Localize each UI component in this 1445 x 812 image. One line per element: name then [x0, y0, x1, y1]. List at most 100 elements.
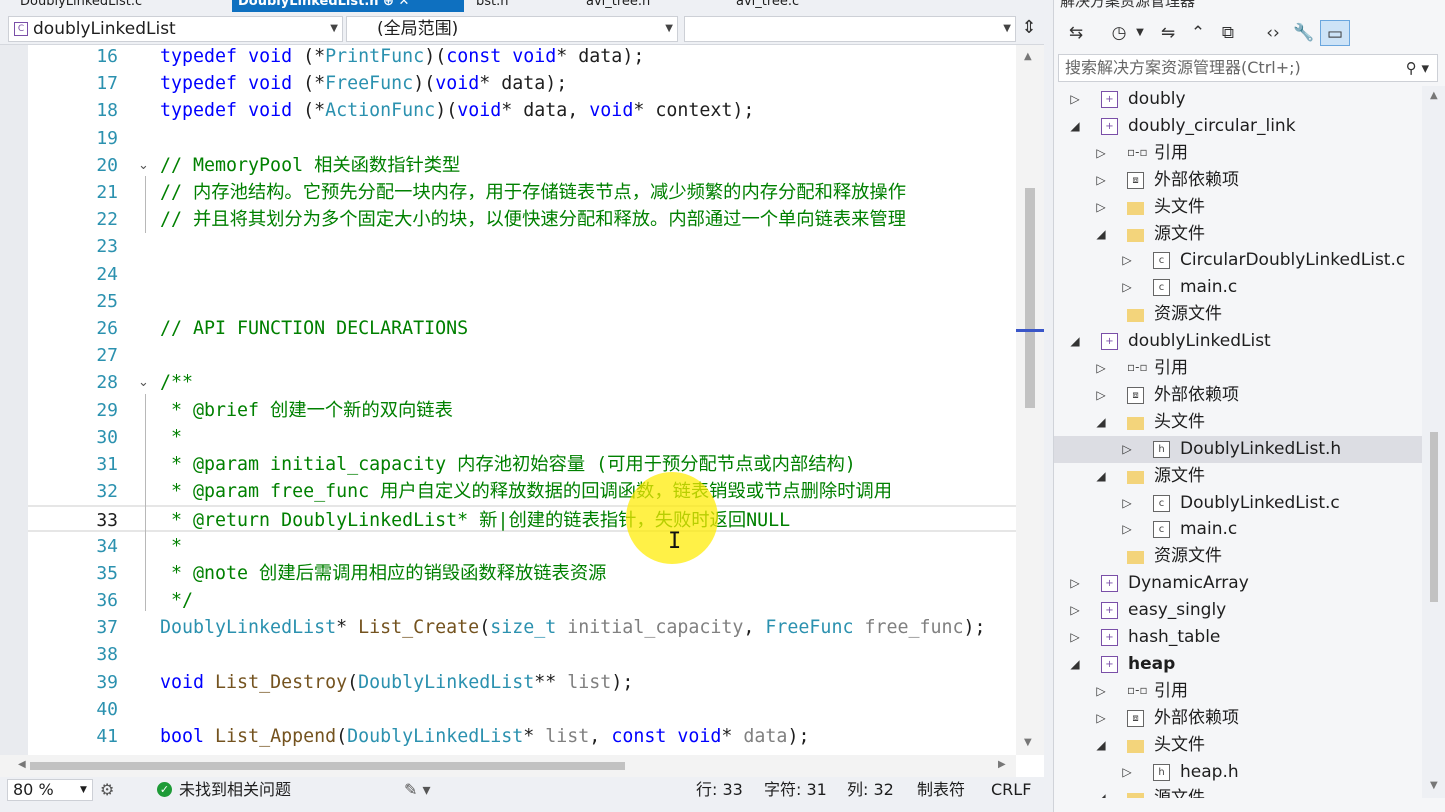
collapse-icon[interactable]: ◢: [1094, 785, 1108, 798]
member-dropdown[interactable]: ▼: [684, 16, 1016, 42]
tree-node[interactable]: ◢ 源文件: [1054, 785, 1422, 798]
code-line[interactable]: 24: [28, 261, 1016, 288]
code-line[interactable]: 22 // 并且将其划分为多个固定大小的块，以便快速分配和释放。内部通过一个单向链…: [28, 206, 1016, 233]
collapse-icon[interactable]: ◢: [1068, 113, 1082, 140]
brush-icon[interactable]: ✎ ▾: [404, 777, 431, 803]
code-line[interactable]: 21 // 内存池结构。它预先分配一块内存，用于存储链表节点，减少频繁的内存分配和…: [28, 179, 1016, 206]
tree-node[interactable]: ▷ ▫-▫ 引用: [1054, 140, 1422, 167]
code-line[interactable]: 25: [28, 288, 1016, 315]
fold-toggle-icon[interactable]: ⌄: [138, 152, 149, 179]
column-indicator[interactable]: 列: 32: [847, 777, 894, 803]
line-indicator[interactable]: 行: 33: [696, 777, 743, 803]
expand-icon[interactable]: ▷: [1068, 624, 1082, 651]
project-dropdown[interactable]: doublyLinkedList ▼ C: [8, 16, 343, 42]
code-line[interactable]: 27: [28, 342, 1016, 369]
scroll-thumb[interactable]: [1025, 188, 1035, 408]
fold-toggle-icon[interactable]: ⌄: [138, 369, 149, 396]
code-editor[interactable]: 16 typedef void (*PrintFunc)(const void* …: [0, 45, 1016, 755]
collapse-icon[interactable]: ◢: [1094, 732, 1108, 759]
tab-active[interactable]: DoublyLinkedList.h ⊕ ✕: [232, 0, 464, 12]
history-icon[interactable]: ◷: [1104, 20, 1134, 46]
tree-node[interactable]: ▷ h heap.h: [1054, 759, 1422, 786]
tree-node[interactable]: ▷ c main.c: [1054, 274, 1422, 301]
code-line[interactable]: 30 *: [28, 424, 1016, 451]
issues-status[interactable]: 未找到相关问题: [179, 777, 291, 803]
expand-icon[interactable]: ▷: [1120, 490, 1134, 517]
scroll-down-icon[interactable]: ▼: [1430, 780, 1438, 791]
expand-icon[interactable]: ▷: [1120, 436, 1134, 463]
tree-node[interactable]: ▷ ⧈ 外部依赖项: [1054, 167, 1422, 194]
expand-icon[interactable]: ▷: [1094, 678, 1108, 705]
expand-icon[interactable]: ▷: [1094, 140, 1108, 167]
split-editor-icon[interactable]: ⇕: [1018, 17, 1040, 41]
code-line[interactable]: 35 * @note 创建后需调用相应的销毁函数释放链表资源: [28, 560, 1016, 587]
tree-node[interactable]: ▷ + DynamicArray: [1054, 570, 1422, 597]
code-line[interactable]: 32 * @param free_func 用户自定义的释放数据的回调函数，链表…: [28, 478, 1016, 505]
tab-document[interactable]: avl_tree.h: [580, 0, 725, 12]
tree-node[interactable]: ▷ c CircularDoublyLinkedList.c: [1054, 247, 1422, 274]
expand-icon[interactable]: ▷: [1068, 570, 1082, 597]
line-ending-indicator[interactable]: CRLF: [991, 777, 1031, 803]
collapse-icon[interactable]: ◢: [1068, 328, 1082, 355]
tab-document[interactable]: DoublyLinkedList.c: [14, 0, 229, 12]
char-indicator[interactable]: 字符: 31: [764, 777, 827, 803]
code-line[interactable]: 18 typedef void (*ActionFunc)(void* data,…: [28, 97, 1016, 124]
tree-node[interactable]: ▷ c main.c: [1054, 516, 1422, 543]
code-line[interactable]: 33 * @return DoublyLinkedList* 新|创建的链表指针…: [28, 505, 1016, 533]
collapse-icon[interactable]: ◢: [1094, 463, 1108, 490]
show-all-files-icon[interactable]: ⧉: [1214, 20, 1242, 46]
vertical-scrollbar[interactable]: ▲ ▼: [1016, 45, 1044, 755]
code-line[interactable]: 17 typedef void (*FreeFunc)(void* data);: [28, 70, 1016, 97]
code-line[interactable]: 38: [28, 641, 1016, 668]
horizontal-scrollbar[interactable]: ◀ ▶: [0, 755, 1016, 777]
tree-node[interactable]: ▷ ▫-▫ 引用: [1054, 355, 1422, 382]
code-line[interactable]: 28 ⌄ /**: [28, 369, 1016, 396]
expand-icon[interactable]: ▷: [1120, 274, 1134, 301]
scroll-thumb[interactable]: [30, 762, 625, 770]
zoom-dropdown[interactable]: 80 % ▼: [7, 779, 93, 801]
tree-node[interactable]: ▷ c DoublyLinkedList.c: [1054, 490, 1422, 517]
expand-icon[interactable]: ▷: [1120, 759, 1134, 786]
switch-views-icon[interactable]: ⇋: [1154, 20, 1182, 46]
scroll-thumb[interactable]: [1430, 432, 1438, 602]
collapse-icon[interactable]: ◢: [1094, 409, 1108, 436]
tab-document[interactable]: bst.h: [470, 0, 575, 12]
tab-mode-indicator[interactable]: 制表符: [917, 777, 965, 803]
solution-search-input[interactable]: 搜索解决方案资源管理器(Ctrl+;) ⚲ ▾: [1058, 54, 1438, 82]
collapse-icon[interactable]: ◢: [1068, 651, 1082, 678]
code-line[interactable]: 41 bool List_Append(DoublyLinkedList* lis…: [28, 723, 1016, 750]
tree-node[interactable]: ▷ + doubly: [1054, 86, 1422, 113]
scope-dropdown[interactable]: (全局范围) ▼: [346, 16, 678, 42]
expand-icon[interactable]: ▷: [1094, 167, 1108, 194]
preview-icon[interactable]: ▭: [1320, 20, 1350, 46]
expand-icon[interactable]: ▷: [1120, 516, 1134, 543]
wrench-icon[interactable]: 🔧: [1290, 20, 1318, 46]
tree-node[interactable]: ◢ 头文件: [1054, 409, 1422, 436]
expand-icon[interactable]: ▷: [1094, 194, 1108, 221]
tree-node[interactable]: ◢ 源文件: [1054, 221, 1422, 248]
tree-node[interactable]: ◢ + doublyLinkedList: [1054, 328, 1422, 355]
tree-node[interactable]: ▷ + easy_singly: [1054, 597, 1422, 624]
code-line[interactable]: 34 *: [28, 533, 1016, 560]
code-line[interactable]: 39 void List_Destroy(DoublyLinkedList** l…: [28, 669, 1016, 696]
tree-node[interactable]: 资源文件: [1054, 543, 1422, 570]
collapse-icon[interactable]: ◢: [1094, 221, 1108, 248]
expand-icon[interactable]: ▷: [1094, 705, 1108, 732]
search-icon[interactable]: ⚲ ▾: [1406, 55, 1429, 81]
tree-node[interactable]: ▷ + hash_table: [1054, 624, 1422, 651]
scroll-up-icon[interactable]: ▲: [1430, 90, 1438, 101]
tab-document[interactable]: avl_tree.c: [730, 0, 880, 12]
collapse-all-icon[interactable]: ⌃: [1184, 20, 1212, 46]
code-line[interactable]: 29 * @brief 创建一个新的双向链表: [28, 397, 1016, 424]
tree-node[interactable]: ▷ h DoublyLinkedList.h: [1054, 435, 1422, 463]
scroll-up-icon[interactable]: ▲: [1024, 51, 1032, 62]
tree-node[interactable]: ◢ 源文件: [1054, 463, 1422, 490]
chevron-down-icon[interactable]: ▼: [1134, 20, 1146, 46]
expand-icon[interactable]: ▷: [1094, 355, 1108, 382]
expand-icon[interactable]: ▷: [1068, 86, 1082, 113]
code-line[interactable]: 31 * @param initial_capacity 内存池初始容量 (可用…: [28, 451, 1016, 478]
tree-node[interactable]: ▷ 头文件: [1054, 194, 1422, 221]
tree-node[interactable]: 资源文件: [1054, 301, 1422, 328]
code-line[interactable]: 16 typedef void (*PrintFunc)(const void* …: [28, 45, 1016, 70]
tree-node[interactable]: ▷ ⧈ 外部依赖项: [1054, 705, 1422, 732]
